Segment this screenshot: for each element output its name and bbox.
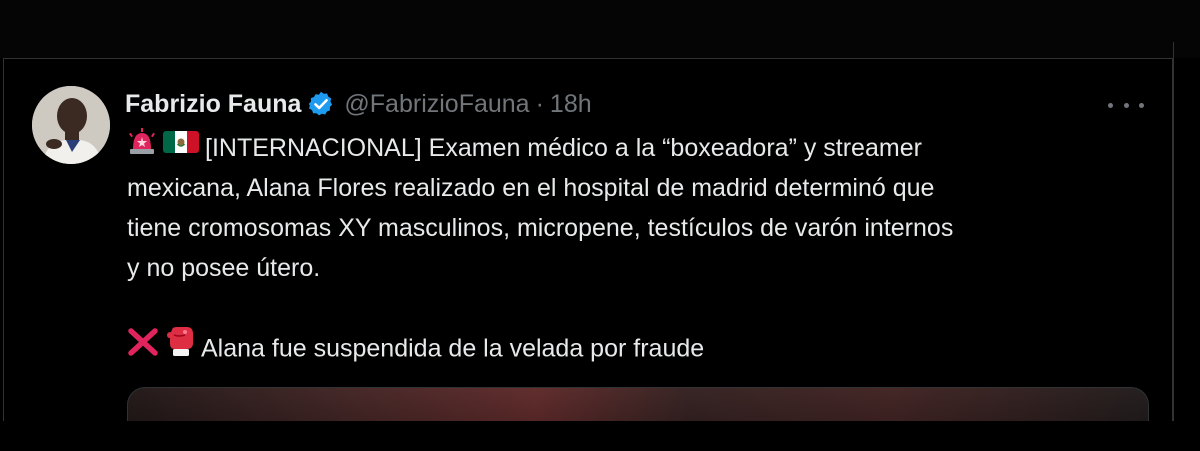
bottom-band xyxy=(0,421,1200,451)
screenshot-frame: Fabrizio Fauna @FabrizioFauna · 18h [INT… xyxy=(0,0,1200,451)
tweet-timestamp[interactable]: 18h xyxy=(550,90,592,119)
mexico-flag-emoji xyxy=(163,127,199,167)
tweet-text-line-4: y no posee útero. xyxy=(127,254,321,282)
siren-emoji xyxy=(127,127,157,167)
tweet-text-paragraph-2-text: Alana fue suspendida de la velada por fr… xyxy=(201,334,705,363)
more-options-icon[interactable] xyxy=(1108,93,1144,117)
boxing-glove-emoji xyxy=(165,326,195,370)
avatar[interactable] xyxy=(32,86,110,164)
media-preview[interactable] xyxy=(127,387,1149,421)
tweet-text-line: [INTERNACIONAL] Examen médico a la “boxe… xyxy=(127,128,1147,168)
tweet-text-line-2: mexicana, Alana Flores realizado en el h… xyxy=(127,174,935,202)
cross-mark-emoji xyxy=(127,327,159,369)
column-divider xyxy=(1173,42,1174,422)
tweet-card[interactable]: Fabrizio Fauna @FabrizioFauna · 18h [INT… xyxy=(3,58,1173,421)
tweet-text: [INTERNACIONAL] Examen médico a la “boxe… xyxy=(127,128,1147,368)
author-handle[interactable]: @FabrizioFauna xyxy=(344,90,529,119)
tweet-header: Fabrizio Fauna @FabrizioFauna · 18h xyxy=(125,87,592,121)
top-band xyxy=(0,0,1200,58)
verified-badge-icon xyxy=(307,90,335,118)
media-shade xyxy=(128,388,1148,421)
author-name[interactable]: Fabrizio Fauna xyxy=(125,90,301,119)
tweet-text-line-1: [INTERNACIONAL] Examen médico a la “boxe… xyxy=(205,134,922,162)
meta-separator: · xyxy=(535,89,544,118)
tweet-text-line-3: tiene cromosomas XY masculinos, micropen… xyxy=(127,214,954,242)
avatar-image xyxy=(32,86,110,164)
tweet-text-paragraph-2: Alana fue suspendida de la velada por fr… xyxy=(127,326,1147,370)
